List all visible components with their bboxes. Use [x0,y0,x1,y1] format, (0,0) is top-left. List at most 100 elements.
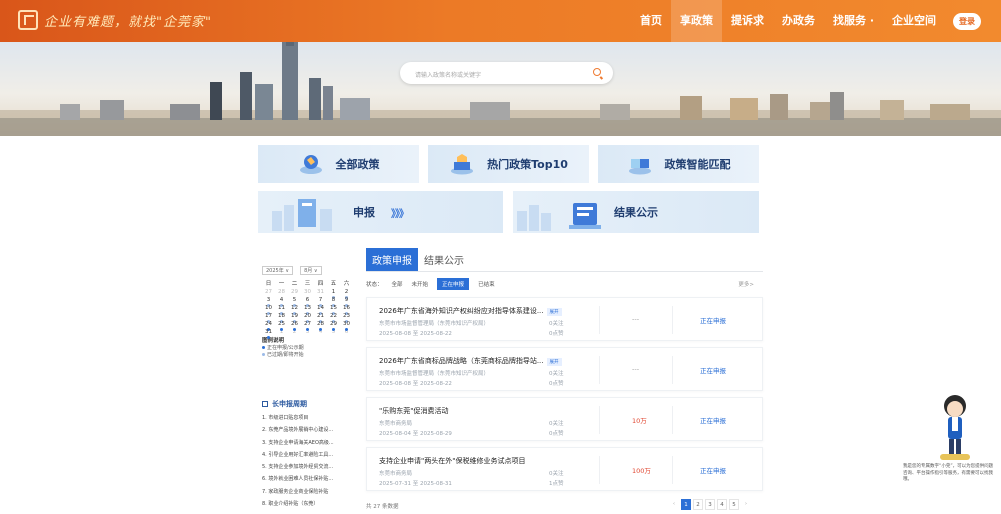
calendar-day[interactable]: 27 [301,320,314,331]
calendar-day[interactable]: 17 [262,312,275,323]
calendar-day[interactable]: 12 [288,304,301,315]
calendar-day[interactable]: 18 [275,312,288,323]
calendar-day[interactable]: 11 [275,304,288,315]
calendar-day[interactable]: 31 [262,328,275,339]
result-card[interactable]: 结果公示 [513,191,759,233]
calendar-day[interactable]: 24 [262,320,275,331]
long-term-item[interactable]: 4. 引导企业用好汇率避险工具... [262,449,362,461]
long-term-item[interactable]: 5. 支持企业参加境外经贸交流... [262,461,362,473]
expand-badge[interactable]: 展开 [546,358,562,366]
long-term-item[interactable]: 6. 境外就业困难人员社保补贴... [262,473,362,485]
policy-status[interactable]: 正在申报 [700,365,726,375]
puzzle-icon [628,159,651,175]
nav-policies[interactable]: 享政策 [670,0,722,42]
assistant-avatar-icon[interactable] [940,392,970,462]
calendar-day[interactable]: 7 [314,296,327,307]
page-1[interactable]: 1 [681,499,691,510]
calendar-day[interactable]: 14 [314,304,327,315]
policy-row[interactable]: 2026年广东省商标品牌战略（东莞商标品牌指导站... 展开东莞市市场监督管理局（… [366,347,763,391]
long-term-item[interactable]: 1. 市级进口贴息项目 [262,412,362,424]
login-button[interactable]: 登录 [953,12,981,30]
page-5[interactable]: 5 [729,499,739,510]
policy-status[interactable]: 正在申报 [700,315,726,325]
long-term-item[interactable]: 3. 支持企业申请海关AEO高级... [262,437,362,449]
filter-not-started[interactable]: 未开始 [412,280,429,288]
filter-label: 状态： [366,281,383,288]
calendar-day[interactable]: 8 [327,296,340,307]
calendar-day[interactable]: 1 [327,288,340,299]
calendar-day[interactable]: 28 [314,320,327,331]
more-link[interactable]: 更多> [738,280,754,288]
calendar-day[interactable]: 19 [288,312,301,323]
long-term-item[interactable]: 8. 职业介绍补贴（东莞） [262,498,362,510]
smart-match-card[interactable]: 政策智能匹配 [598,145,759,183]
site-logo[interactable]: 企业有难题，就找"企莞家" [18,10,212,30]
calendar-day[interactable]: 15 [327,304,340,315]
policy-title[interactable]: "乐购东莞"促消费活动 [379,406,448,416]
calendar-day[interactable]: 30 [301,288,314,296]
filter-ended[interactable]: 已结束 [478,280,495,288]
calendar-day[interactable]: 26 [288,320,301,331]
policy-row[interactable]: 2026年广东省海外知识产权纠纷应对指导体系建设... 展开 东莞市市场监督管理局（… [366,297,763,341]
calendar-day-dot [306,328,309,331]
calendar-day[interactable]: 2 [340,288,353,299]
hot-policies-label: 热门政策Top10 [487,158,568,171]
search-icon[interactable] [593,68,601,76]
calendar-day[interactable]: 9 [340,296,353,307]
nav-services[interactable]: 找服务 · [824,0,883,42]
nav-enterprise-space[interactable]: 企业空间 [883,0,945,42]
policy-title[interactable]: 2026年广东省海外知识产权纠纷应对指导体系建设... 展开 [379,306,562,316]
policy-status[interactable]: 正在申报 [700,415,726,425]
nav-appeals[interactable]: 提诉求 [722,0,773,42]
policy-follow-count: 0关注 [549,321,564,327]
policy-follow-count: 0关注 [549,471,564,477]
expand-badge[interactable]: 展开 [546,308,562,316]
calendar-day[interactable]: 16 [340,304,353,315]
calendar-day[interactable]: 31 [314,288,327,296]
calendar-day[interactable]: 25 [275,320,288,331]
long-term-item[interactable]: 2. 东莞产品境外展销中心建设... [262,424,362,436]
policy-title[interactable]: 支持企业申请"两头在外"保税维修业务试点项目 [379,456,525,466]
calendar-day[interactable]: 23 [340,312,353,323]
page-3[interactable]: 3 [705,499,715,510]
nav-home[interactable]: 首页 [631,0,671,42]
page-4[interactable]: 4 [717,499,727,510]
policy-row[interactable]: 支持企业申请"两头在外"保税维修业务试点项目 东莞市商务局 2025-07-31 至… [366,447,763,491]
page-2[interactable]: 2 [693,499,703,510]
policy-row[interactable]: "乐购东莞"促消费活动 东莞市商务局 2025-08-04 至 2025-08-29… [366,397,763,441]
policy-org: 东莞市商务局 [379,421,413,427]
hot-policies-card[interactable]: 热门政策Top10 [428,145,589,183]
calendar-day[interactable]: 28 [275,288,288,296]
calendar-day[interactable]: 29 [288,288,301,296]
long-term-item[interactable]: 7. 家政服务企业商业保险补贴 [262,486,362,498]
nav-affairs[interactable]: 办政务 [773,0,824,42]
search-input[interactable] [400,64,580,87]
all-policies-card[interactable]: 全部政策 [258,145,419,183]
tab-policy-apply[interactable]: 政策申报 [366,248,418,271]
calendar-day[interactable]: 30 [340,320,353,331]
policy-org: 东莞市市场监督管理局（东莞市知识产权局） [379,371,490,377]
calendar-day[interactable]: 20 [301,312,314,323]
total-count: 共 27 条数据 [366,504,399,510]
month-select[interactable]: 8月 ∨ [300,266,322,275]
next-page-icon[interactable]: › [741,499,751,510]
calendar-day-dot [267,336,270,339]
calendar-day[interactable]: 3 [262,296,275,307]
calendar-day[interactable]: 4 [275,296,288,307]
policy-title[interactable]: 2026年广东省商标品牌战略（东莞商标品牌指导站... 展开 [379,356,562,366]
calendar-day[interactable]: 5 [288,296,301,307]
year-select[interactable]: 2025年 ∨ [262,266,293,275]
calendar-day[interactable]: 22 [327,312,340,323]
filter-applying[interactable]: 正在申报 [437,277,470,290]
calendar-day[interactable]: 29 [327,320,340,331]
tab-result-publicity[interactable]: 结果公示 [418,248,470,271]
calendar-day[interactable]: 13 [301,304,314,315]
filter-all[interactable]: 全部 [392,280,403,288]
calendar-day[interactable]: 6 [301,296,314,307]
calendar-day[interactable]: 10 [262,304,275,315]
policy-status[interactable]: 正在申报 [700,465,726,475]
calendar-day[interactable]: 21 [314,312,327,323]
apply-card[interactable]: 申报 》》》 [258,191,503,233]
prev-page-icon[interactable]: ‹ [669,499,679,510]
calendar-day[interactable]: 27 [262,288,275,296]
